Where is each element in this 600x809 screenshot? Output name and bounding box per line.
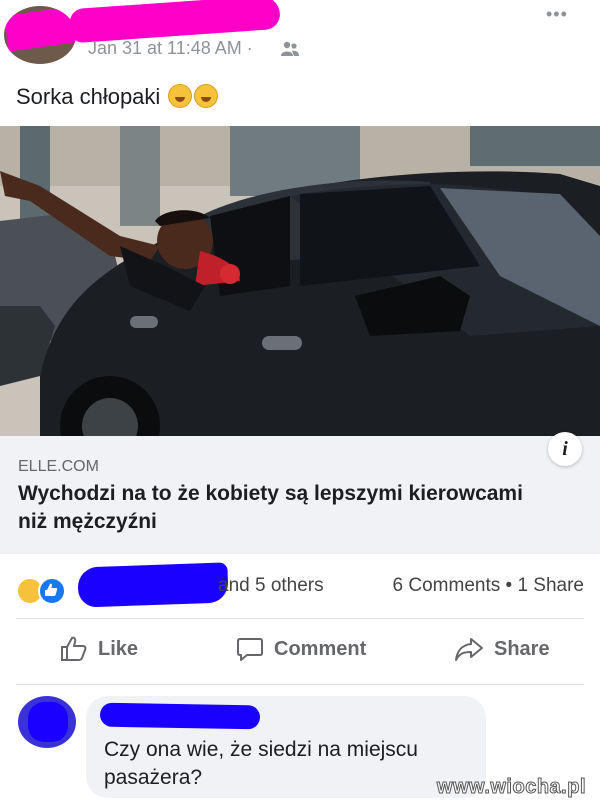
share-label: Share [494,637,550,660]
commenter-name-redacted [99,702,261,730]
post-timestamp[interactable]: Jan 31 at 11:48 AM · [88,38,253,59]
author-name-redacted [69,0,281,44]
redaction-mark [4,6,76,52]
share-arrow-icon [455,638,483,661]
post-text: Sorka chłopaki [16,84,219,110]
friends-icon[interactable] [280,40,300,58]
like-reaction-icon [38,577,66,605]
watermark: www.wiocha.pl [436,776,586,799]
comment-button[interactable]: Comment [236,636,366,662]
commenter-avatar[interactable] [18,696,76,748]
post-text-content: Sorka chłopaki [16,84,161,109]
author-avatar[interactable] [4,6,76,64]
comment-share-counts[interactable]: 6 Comments • 1 Share [393,575,584,597]
car-photo [0,126,600,436]
divider [16,684,584,685]
comment-bubble-icon [237,638,263,661]
winking-emoji-icon [194,84,219,108]
like-button[interactable]: Like [60,636,138,662]
link-preview-image[interactable] [0,126,600,436]
share-button[interactable]: Share [454,636,550,662]
post-actions-bar: Like Comment Share [0,628,600,678]
thumbs-up-icon [45,583,58,596]
like-label: Like [98,637,139,660]
more-options-icon[interactable]: ••• [546,4,568,25]
comment-label: Comment [274,637,367,660]
post-header: Jan 31 at 11:48 AM · ••• [0,0,600,75]
link-title[interactable]: Wychodzi na to że kobiety są lepszymi ki… [18,480,538,536]
reactor-names-redacted [77,562,229,608]
comment-text: Czy ona wie, że siedzi na miejscu pasaże… [104,738,418,789]
divider [16,618,584,619]
laughing-emoji-icon [168,84,193,108]
reactions-others-text[interactable]: and 5 others [218,575,324,597]
thumbs-up-icon [61,636,87,661]
info-icon[interactable]: i [548,432,582,466]
reactions-summary[interactable]: and 5 others 6 Comments • 1 Share [0,562,600,608]
link-domain: ELLE.COM [18,458,99,475]
